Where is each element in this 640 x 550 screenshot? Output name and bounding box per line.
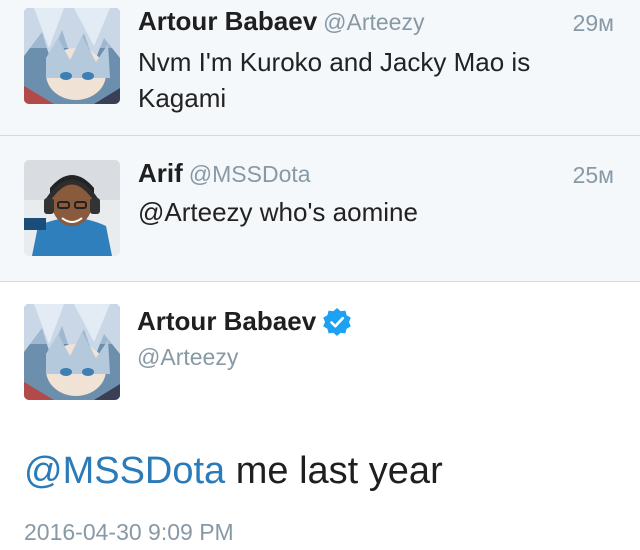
tweet-text: @MSSDota me last year <box>24 450 443 493</box>
author-handle[interactable]: @Arteezy <box>323 9 424 35</box>
author-handle[interactable]: @Arteezy <box>137 344 238 371</box>
author-name[interactable]: Artour Babaev <box>138 6 317 36</box>
mention-link[interactable]: @MSSDota <box>24 450 225 492</box>
reply-tweet[interactable]: Artour Babaev @Arteezy 29м Nvm I'm Kuroko… <box>0 0 640 136</box>
author-name[interactable]: Arif <box>138 158 183 188</box>
anime-character-avatar-icon <box>24 8 120 104</box>
tweet-time: 25м <box>572 162 614 188</box>
author-line: Artour Babaev @Arteezy <box>138 6 424 37</box>
tweet-time: 29м <box>572 10 614 36</box>
avatar[interactable] <box>24 304 120 400</box>
avatar[interactable] <box>24 160 120 256</box>
author-line: Arif @MSSDota <box>138 158 311 189</box>
verified-badge-icon <box>323 307 351 336</box>
author-name[interactable]: Artour Babaev <box>137 306 316 336</box>
author-handle[interactable]: @MSSDota <box>189 161 311 187</box>
tweet-body: me last year <box>225 450 443 492</box>
author-line: Artour Babaev <box>137 306 352 337</box>
anime-character-avatar-icon <box>24 304 120 400</box>
tweet-text: @Arteezy who's aomine <box>138 197 418 227</box>
headset-gamer-avatar-icon <box>24 160 120 256</box>
tweet-timestamp: 2016-04-30 9:09 PM <box>24 519 234 545</box>
main-tweet: Artour Babaev @Arteezy @MSSDota me last … <box>0 282 640 550</box>
reply-tweet[interactable]: Arif @MSSDota 25м @Arteezy who's aomine <box>0 136 640 282</box>
tweet-text: Nvm I'm Kuroko and Jacky Mao is Kagami <box>138 47 531 113</box>
avatar[interactable] <box>24 8 120 104</box>
